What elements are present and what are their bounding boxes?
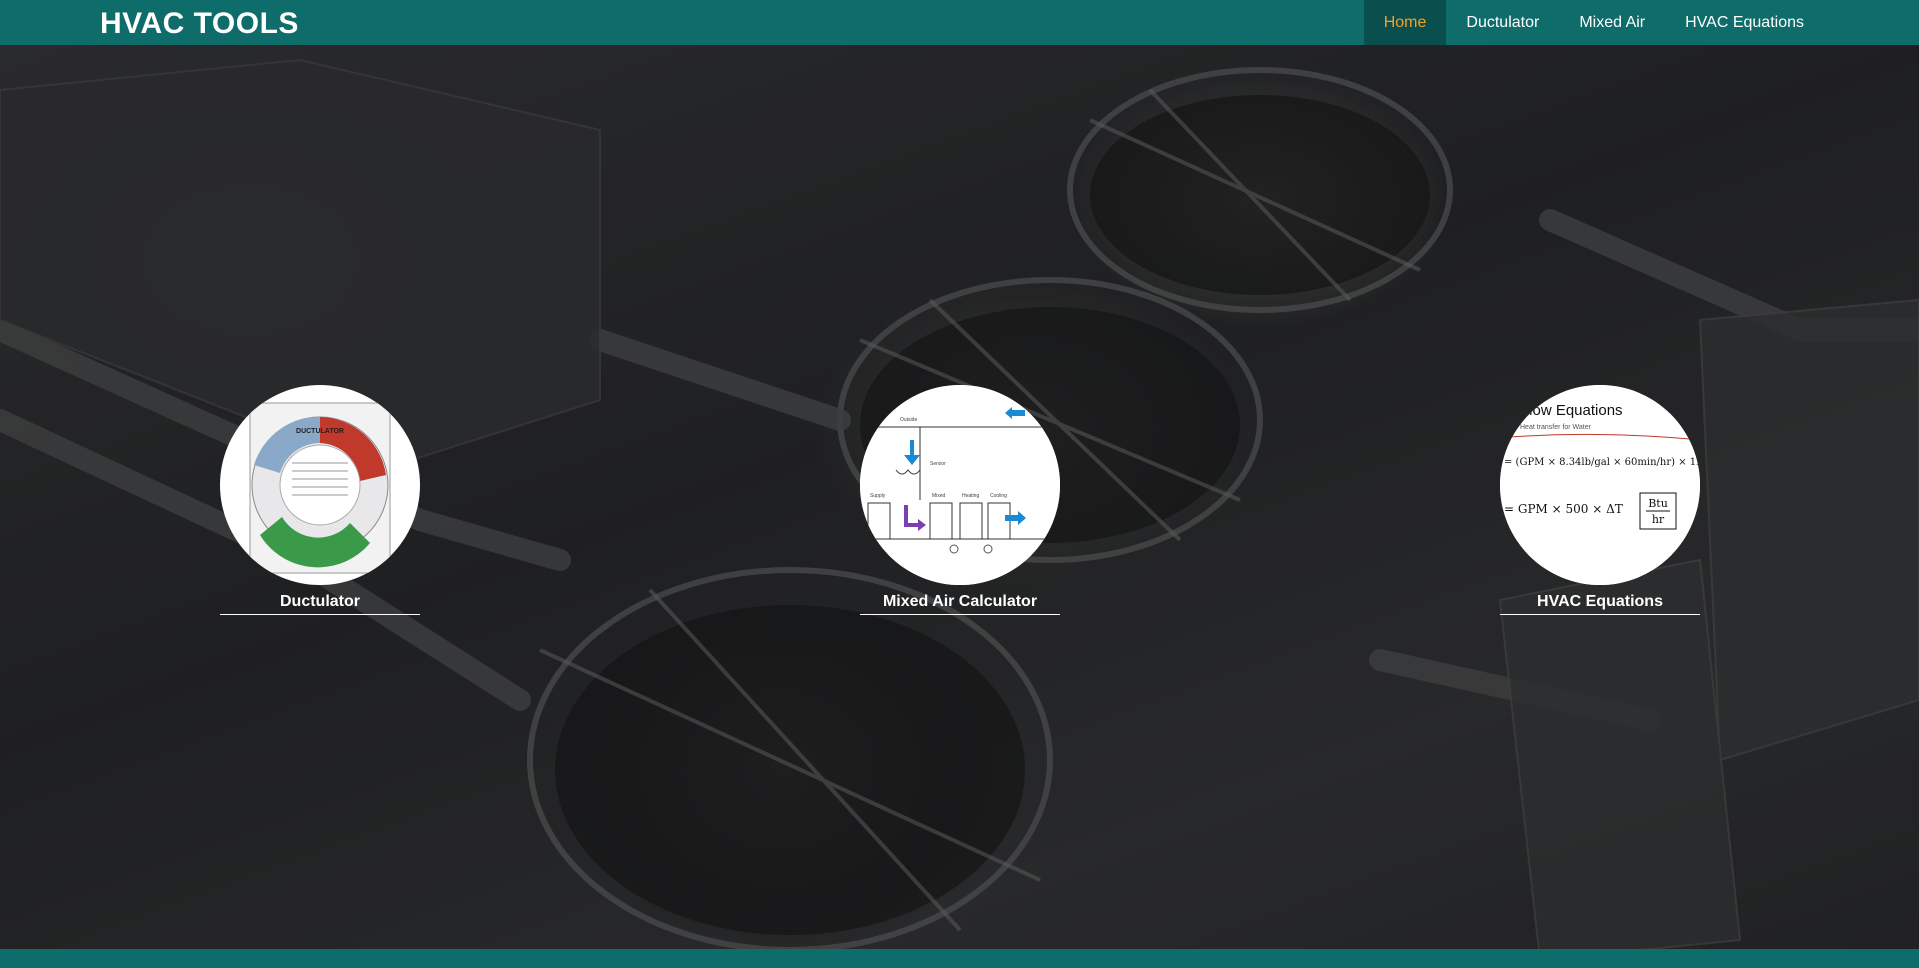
ductulator-wheel-icon: DUCTULATOR [249, 402, 391, 574]
tool-card-hvac-equations: Flow Equations Heat transfer for Water =… [1500, 385, 1700, 615]
mixed-air-image[interactable]: Outside Sensor Supply Mixed Heating Cool… [860, 385, 1060, 585]
nav-mixed-air[interactable]: Mixed Air [1559, 0, 1665, 45]
tool-card-ductulator: DUCTULATOR Ductulator [220, 385, 420, 615]
svg-text:Supply: Supply [870, 493, 886, 499]
navbar: HVAC TOOLS Home Ductulator Mixed Air HVA… [0, 0, 1919, 45]
nav-hvac-equations[interactable]: HVAC Equations [1665, 0, 1824, 45]
svg-text:Mixed: Mixed [932, 493, 946, 499]
nav-menu: Home Ductulator Mixed Air HVAC Equations [1363, 0, 1824, 45]
tool-label-mixed-air[interactable]: Mixed Air Calculator [860, 593, 1060, 615]
svg-text:Outside: Outside [900, 417, 917, 423]
nav-ductulator[interactable]: Ductulator [1446, 0, 1559, 45]
svg-text:hr: hr [1652, 513, 1665, 526]
mixed-air-diagram-icon: Outside Sensor Supply Mixed Heating Cool… [860, 385, 1060, 585]
hvac-equations-image[interactable]: Flow Equations Heat transfer for Water =… [1500, 385, 1700, 585]
svg-text:Sensor: Sensor [930, 461, 946, 467]
tool-label-hvac-equations[interactable]: HVAC Equations [1500, 593, 1700, 615]
nav-home[interactable]: Home [1363, 0, 1447, 45]
svg-text:Btu: Btu [1648, 497, 1668, 510]
svg-text:Flow Equations: Flow Equations [1520, 402, 1623, 419]
svg-text:= GPM × 500 × ΔT: = GPM × 500 × ΔT [1504, 502, 1623, 516]
svg-text:Cooling: Cooling [990, 493, 1007, 499]
svg-text:= (GPM × 8.34lb/gal × 60min/hr: = (GPM × 8.34lb/gal × 60min/hr) × 1Btu/l… [1504, 457, 1700, 468]
svg-text:Heating: Heating [962, 493, 979, 499]
svg-text:DUCTULATOR: DUCTULATOR [296, 428, 344, 435]
footer-bar [0, 949, 1919, 968]
brand-title[interactable]: HVAC TOOLS [100, 6, 299, 42]
flow-equations-icon: Flow Equations Heat transfer for Water =… [1500, 385, 1700, 585]
tool-label-ductulator[interactable]: Ductulator [220, 593, 420, 615]
tool-card-mixed-air: Outside Sensor Supply Mixed Heating Cool… [860, 385, 1060, 615]
svg-text:Heat transfer for Water: Heat transfer for Water [1520, 424, 1592, 431]
ductulator-image[interactable]: DUCTULATOR [220, 385, 420, 585]
